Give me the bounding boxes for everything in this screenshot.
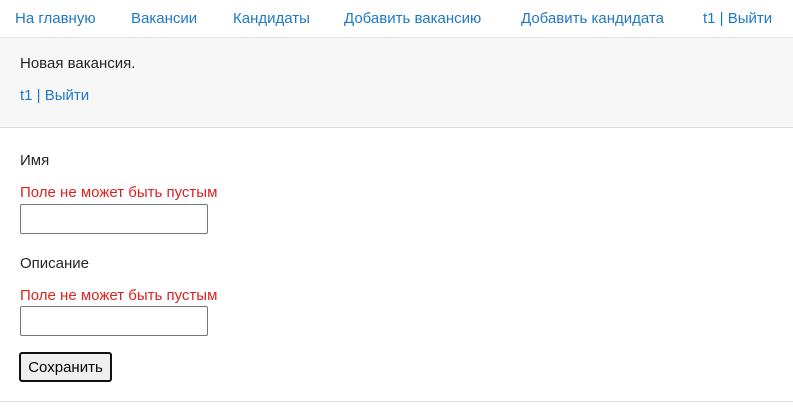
nav-link-vacancies[interactable]: Вакансии bbox=[131, 10, 197, 27]
nav-link-home[interactable]: На главную bbox=[15, 10, 96, 27]
header-logout-link[interactable]: t1 | Выйти bbox=[20, 87, 89, 104]
description-error-message: Поле не может быть пустым bbox=[20, 287, 218, 304]
nav-link-logout[interactable]: t1 | Выйти bbox=[703, 10, 772, 27]
name-input[interactable] bbox=[20, 204, 208, 234]
nav-link-add-vacancy[interactable]: Добавить вакансию bbox=[344, 10, 481, 27]
top-navigation: На главную Вакансии Кандидаты Добавить в… bbox=[0, 0, 793, 38]
nav-link-add-candidate[interactable]: Добавить кандидата bbox=[521, 10, 664, 27]
footer-divider bbox=[0, 401, 793, 402]
description-input[interactable] bbox=[20, 306, 208, 336]
page-title: Новая вакансия. bbox=[20, 55, 136, 72]
nav-link-candidates[interactable]: Кандидаты bbox=[233, 10, 310, 27]
save-button[interactable]: Сохранить bbox=[19, 352, 112, 382]
page: На главную Вакансии Кандидаты Добавить в… bbox=[0, 0, 793, 409]
card-header: Новая вакансия. t1 | Выйти bbox=[0, 38, 793, 128]
name-error-message: Поле не может быть пустым bbox=[20, 184, 218, 201]
description-label: Описание bbox=[20, 255, 90, 272]
name-label: Имя bbox=[20, 152, 50, 169]
